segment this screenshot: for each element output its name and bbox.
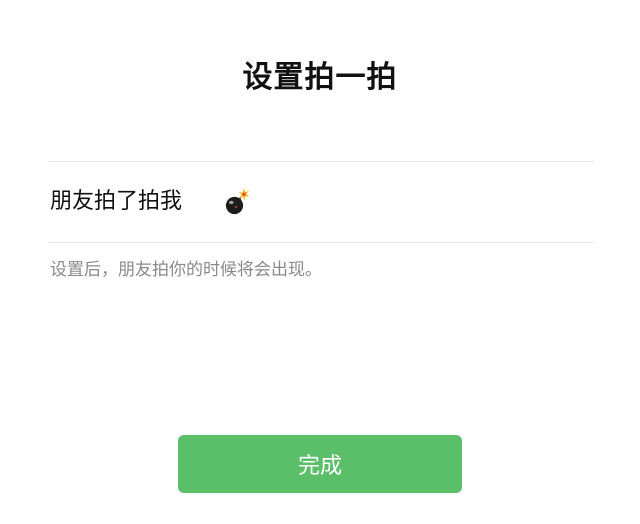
done-button[interactable]: 完成 xyxy=(178,435,462,493)
pat-prefix-label: 朋友拍了拍我 xyxy=(50,189,183,214)
hint-text: 设置后，朋友拍你的时候将会出现。 xyxy=(50,260,322,280)
page-title: 设置拍一拍 xyxy=(242,60,398,95)
bomb-icon xyxy=(222,186,252,216)
divider-bottom xyxy=(48,242,594,243)
pat-suffix-input[interactable]: 朋友拍了拍我 xyxy=(48,162,594,242)
